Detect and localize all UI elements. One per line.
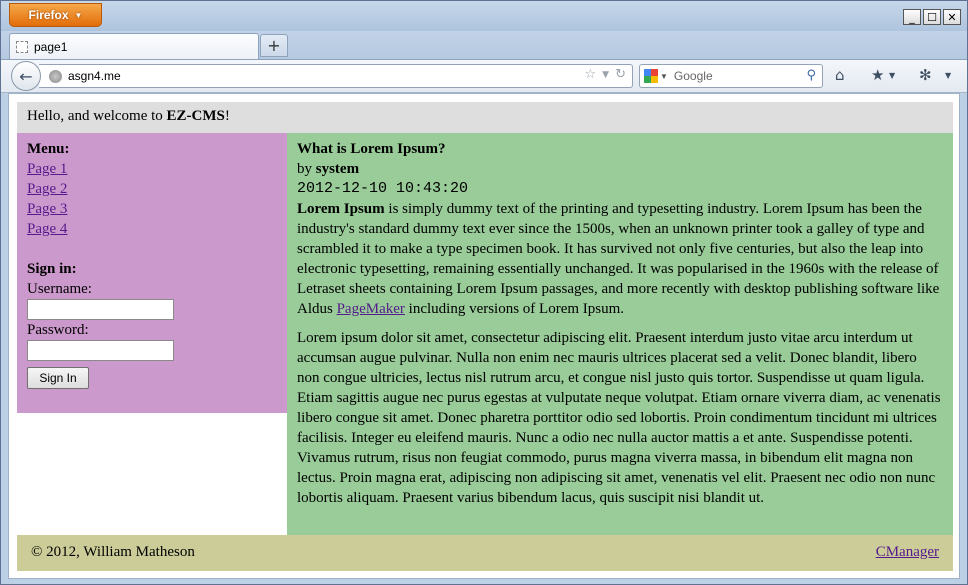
- history-dropdown-icon[interactable]: ▼: [602, 70, 609, 80]
- paragraph-1-end: including versions of Lorem Ipsum.: [404, 301, 625, 317]
- article-author: system: [315, 161, 360, 177]
- article-paragraph-2: Lorem ipsum dolor sit amet, consectetur …: [297, 330, 941, 506]
- minimize-button[interactable]: _: [903, 9, 921, 25]
- password-field[interactable]: [27, 340, 174, 361]
- title-bar: Firefox ▼ _ ☐ ✕: [1, 1, 967, 31]
- paragraph-1-text: is simply dummy text of the printing and…: [297, 201, 940, 317]
- search-bar[interactable]: ▼ Google ⚲: [639, 64, 823, 88]
- home-icon[interactable]: ⌂: [835, 66, 845, 84]
- window-controls: _ ☐ ✕: [903, 9, 961, 25]
- chevron-down-icon: ▼: [74, 10, 83, 20]
- firefox-menu-label: Firefox: [28, 8, 69, 22]
- copyright-text: © 2012, William Matheson: [31, 544, 195, 560]
- search-placeholder: Google: [673, 69, 713, 83]
- paragraph-lead: Lorem Ipsum: [297, 201, 385, 217]
- bookmarks-icon[interactable]: ★: [871, 66, 884, 84]
- search-engine-dropdown-icon[interactable]: ▼: [660, 72, 668, 81]
- brand-name: EZ-CMS: [166, 108, 225, 124]
- greeting-suffix: !: [224, 108, 230, 124]
- menu-link-page-2[interactable]: Page 2: [27, 179, 277, 199]
- cmanager-link[interactable]: CManager: [876, 544, 939, 561]
- star-icon[interactable]: ☆: [585, 67, 597, 82]
- maximize-button[interactable]: ☐: [923, 9, 941, 25]
- bug-icon[interactable]: ✻: [919, 66, 932, 84]
- site-footer: © 2012, William Matheson CManager: [17, 535, 953, 571]
- blank-page-icon: [16, 40, 28, 53]
- url-tools: ☆ ▼ ↻: [585, 67, 626, 82]
- site-header: Hello, and welcome to EZ-CMS!: [17, 102, 953, 133]
- menu-link-page-3[interactable]: Page 3: [27, 199, 277, 219]
- greeting-text: Hello, and welcome to: [27, 108, 167, 124]
- close-button[interactable]: ✕: [943, 9, 961, 25]
- tab-page1[interactable]: page1: [9, 33, 259, 59]
- tab-title: page1: [34, 39, 68, 54]
- username-field[interactable]: [27, 299, 174, 320]
- firefox-menu-button[interactable]: Firefox ▼: [9, 3, 102, 27]
- back-arrow-icon: ←: [19, 66, 33, 86]
- google-icon[interactable]: [644, 69, 658, 83]
- addon-dropdown-icon[interactable]: ▼: [945, 71, 951, 80]
- article-timestamp: 2012-12-10 10:43:20: [297, 180, 469, 197]
- new-tab-button[interactable]: +: [260, 34, 288, 57]
- menu-link-page-1[interactable]: Page 1: [27, 159, 277, 179]
- article-title: What is Lorem Ipsum?: [297, 141, 446, 157]
- menu-heading: Menu:: [27, 141, 70, 157]
- url-text: asgn4.me: [68, 69, 121, 83]
- magnifier-icon[interactable]: ⚲: [806, 68, 816, 83]
- username-label: Username:: [27, 281, 92, 297]
- sidebar: Menu: Page 1 Page 2 Page 3 Page 4 Sign i…: [17, 133, 287, 413]
- menu-link-page-4[interactable]: Page 4: [27, 219, 277, 239]
- globe-icon: [49, 69, 62, 83]
- page-viewport: Hello, and welcome to EZ-CMS! Menu: Page…: [8, 93, 960, 579]
- bookmarks-dropdown-icon[interactable]: ▼: [889, 71, 895, 80]
- back-button[interactable]: ←: [11, 61, 41, 91]
- tab-strip: page1 +: [1, 31, 967, 59]
- main-content: What is Lorem Ipsum? by system 2012-12-1…: [287, 133, 953, 535]
- sign-in-button[interactable]: Sign In: [27, 367, 89, 389]
- byline: by system: [297, 159, 943, 179]
- browser-window: Firefox ▼ _ ☐ ✕ page1 + asgn4.me ☆ ▼ ↻ ←: [0, 0, 968, 585]
- signin-heading: Sign in:: [27, 261, 77, 277]
- byline-prefix: by: [297, 161, 316, 177]
- article-paragraph-1: Lorem Ipsum is simply dummy text of the …: [297, 199, 943, 319]
- navigation-toolbar: asgn4.me ☆ ▼ ↻ ← ▼ Google ⚲ ⌂ ★ ▼ ✻ ▼: [1, 59, 967, 93]
- reload-icon[interactable]: ↻: [615, 67, 626, 82]
- password-label: Password:: [27, 322, 89, 338]
- pagemaker-link[interactable]: PageMaker: [337, 301, 405, 317]
- url-bar[interactable]: asgn4.me ☆ ▼ ↻: [39, 64, 633, 88]
